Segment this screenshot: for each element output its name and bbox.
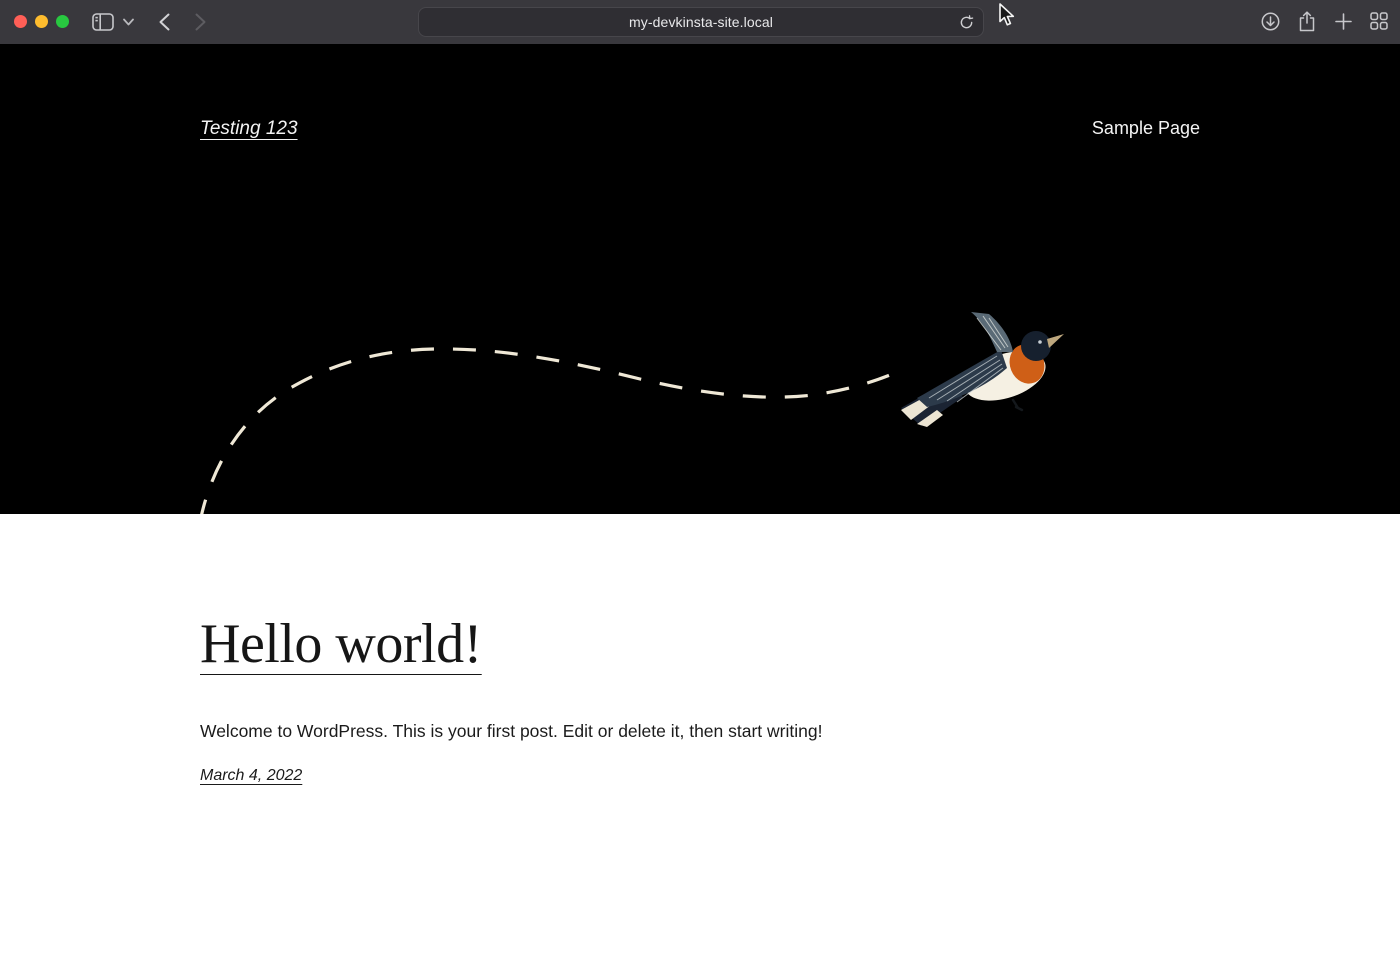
sidebar-toggle-button[interactable] (90, 9, 116, 35)
forward-button[interactable] (189, 11, 211, 33)
post-section: Hello world! Welcome to WordPress. This … (0, 514, 1400, 958)
grid-icon (1370, 12, 1388, 30)
close-window-button[interactable] (14, 15, 27, 28)
share-icon (1298, 11, 1316, 32)
chevron-down-icon (123, 18, 134, 26)
plus-icon (1335, 13, 1352, 30)
post-date-link[interactable]: March 4, 2022 (200, 767, 302, 785)
share-button[interactable] (1296, 10, 1318, 32)
downloads-button[interactable] (1259, 10, 1281, 32)
zoom-window-button[interactable] (56, 15, 69, 28)
site-hero: Testing 123 Sample Page (0, 44, 1400, 514)
sidebar-chevron-button[interactable] (121, 15, 135, 29)
reload-icon (959, 15, 974, 30)
bird-illustration (893, 312, 1065, 438)
post-excerpt: Welcome to WordPress. This is your first… (200, 718, 1200, 744)
sidebar-icon (92, 13, 114, 31)
tab-overview-button[interactable] (1368, 10, 1390, 32)
new-tab-button[interactable] (1332, 10, 1354, 32)
post-title-link[interactable]: Hello world! (200, 614, 482, 676)
back-button[interactable] (153, 11, 175, 33)
browser-toolbar: my-devkinsta-site.local (0, 0, 1400, 44)
chevron-left-icon (159, 13, 170, 31)
chevron-right-icon (195, 13, 206, 31)
dashed-flight-path (0, 44, 1400, 514)
minimize-window-button[interactable] (35, 15, 48, 28)
address-bar[interactable]: my-devkinsta-site.local (418, 7, 984, 37)
url-text: my-devkinsta-site.local (629, 14, 773, 30)
post-title: Hello world! (200, 614, 1200, 676)
download-icon (1261, 12, 1280, 31)
reload-button[interactable] (957, 13, 975, 31)
